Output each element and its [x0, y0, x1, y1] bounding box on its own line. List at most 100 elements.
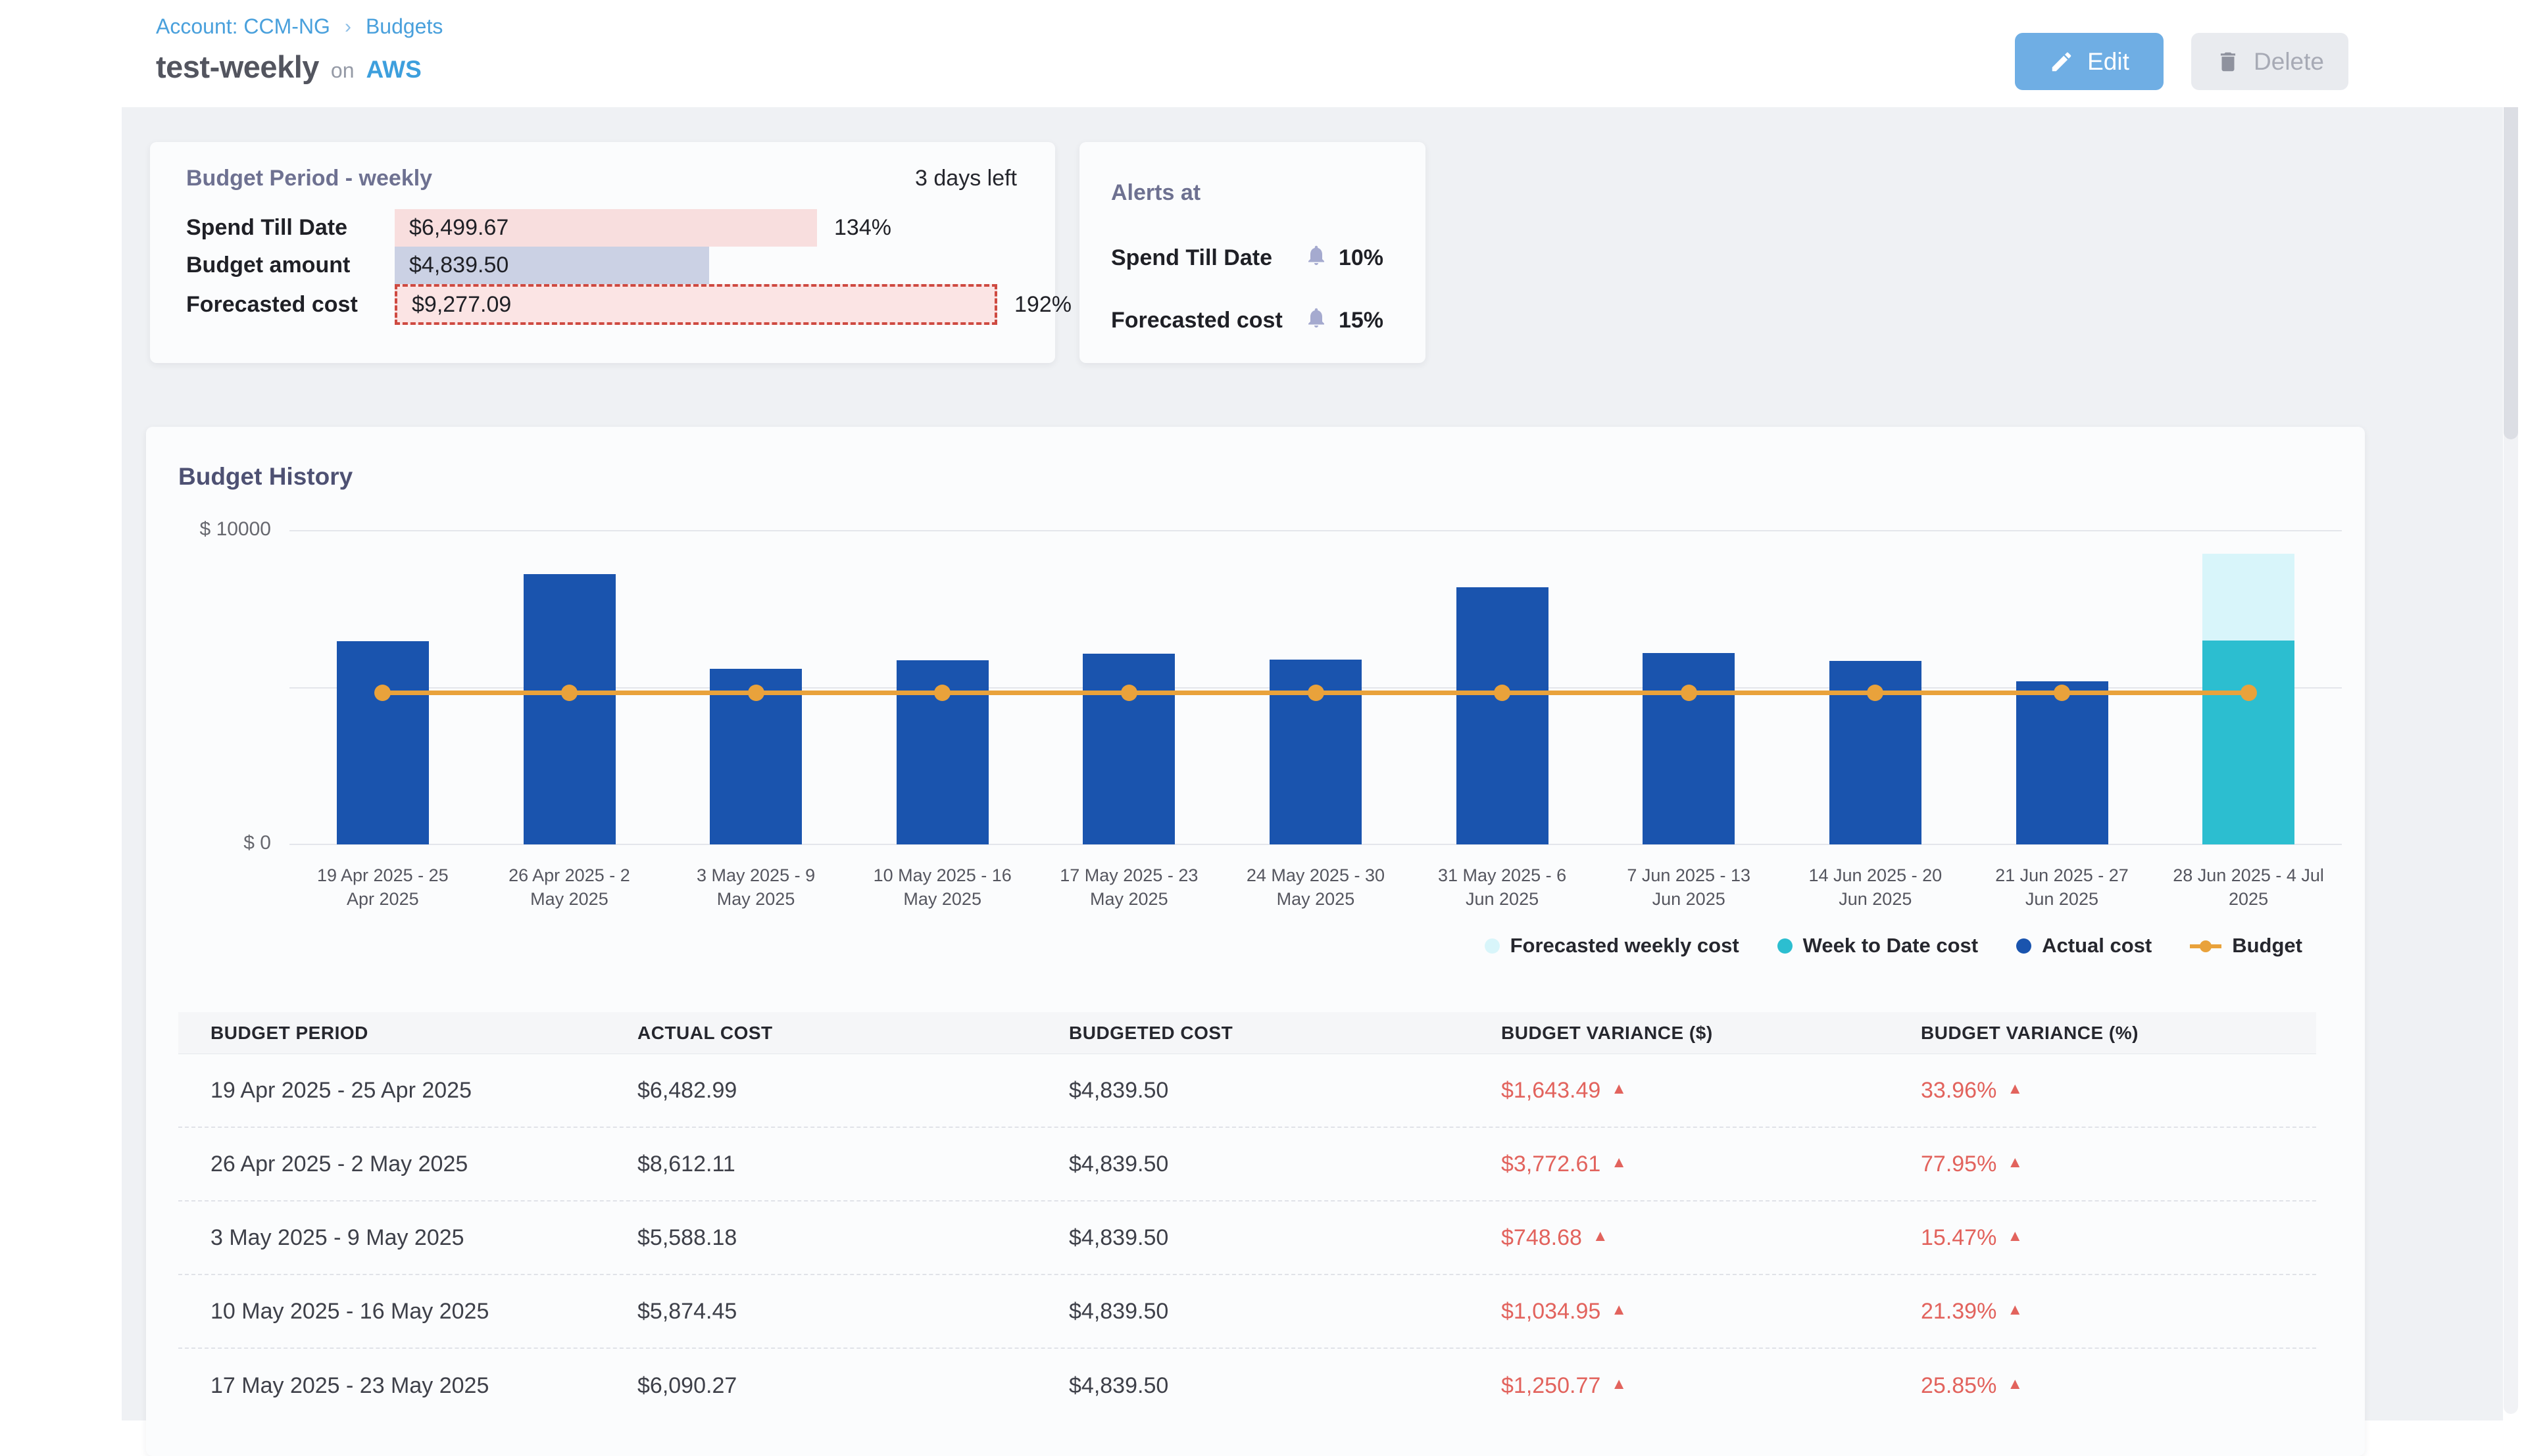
table-row: 3 May 2025 - 9 May 2025$5,588.18$4,839.5… — [178, 1201, 2316, 1275]
edit-button[interactable]: Edit — [2015, 33, 2164, 90]
actual-cost-bar[interactable] — [524, 574, 616, 844]
x-axis-label: 10 May 2025 - 16 May 2025 — [849, 863, 1036, 911]
budget-point[interactable] — [1867, 685, 1883, 701]
actual-cost-bar[interactable] — [2016, 681, 2108, 844]
actual-cost-bar[interactable] — [1456, 587, 1548, 844]
table-cell: 17 May 2025 - 23 May 2025 — [178, 1349, 605, 1422]
alerts-card: Alerts at Spend Till Date 10% Forecasted… — [1079, 142, 1425, 363]
table-row: 10 May 2025 - 16 May 2025$5,874.45$4,839… — [178, 1275, 2316, 1349]
table-cell: $6,090.27 — [605, 1349, 1037, 1422]
legend-label: Forecasted weekly cost — [1510, 934, 1739, 958]
week-to-date-cost-bar[interactable] — [2202, 641, 2294, 844]
legend-circle-icon — [2016, 938, 2031, 954]
increase-triangle-icon: ▲ — [2007, 1301, 2023, 1319]
budget-point[interactable] — [934, 685, 951, 701]
breadcrumb-budgets-link[interactable]: Budgets — [366, 14, 443, 39]
alert-forecast-label: Forecasted cost — [1111, 301, 1283, 340]
page-title: test-weekly — [156, 49, 319, 85]
x-axis-label: 24 May 2025 - 30 May 2025 — [1222, 863, 1409, 911]
forecasted-weekly-cost-bar[interactable] — [2202, 554, 2294, 641]
table-cell: $4,839.50 — [1037, 1275, 1469, 1347]
table-cell: $4,839.50 — [1037, 1128, 1469, 1200]
legend-item[interactable]: Actual cost — [2016, 934, 2152, 958]
delete-button[interactable]: Delete — [2191, 33, 2348, 90]
budget-history-card: Budget History $ 10000 $ 0 19 Apr 2025 -… — [146, 427, 2365, 1456]
actual-cost-bar[interactable] — [1083, 654, 1175, 845]
x-axis-label: 21 Jun 2025 - 27 Jun 2025 — [1969, 863, 2156, 911]
breadcrumb: Account: CCM-NG › Budgets — [156, 14, 443, 39]
alert-spend-percent: 10% — [1339, 245, 1383, 271]
table-cell: $5,588.18 — [605, 1201, 1037, 1274]
page-scrollbar-thumb[interactable] — [2504, 51, 2518, 439]
table-cell: $8,612.11 — [605, 1128, 1037, 1200]
forecasted-cost-bar: $9,277.09 — [395, 284, 997, 325]
delete-button-label: Delete — [2254, 48, 2324, 76]
chevron-right-icon: › — [345, 16, 351, 38]
alert-spend-label: Spend Till Date — [1111, 238, 1272, 278]
pencil-icon — [2049, 49, 2074, 74]
y-axis-min-label: $ 0 — [164, 832, 271, 854]
budget-point[interactable] — [1681, 685, 1697, 701]
budget-amount-bar: $4,839.50 — [395, 247, 709, 284]
spend-till-date-row: Spend Till Date $6,499.67 134% — [150, 209, 1055, 247]
table-cell: 10 May 2025 - 16 May 2025 — [178, 1275, 605, 1347]
budget-point[interactable] — [1494, 685, 1510, 701]
budget-amount-row: Budget amount $4,839.50 — [150, 247, 1055, 284]
forecasted-cost-label: Forecasted cost — [186, 284, 358, 325]
legend-line-dot-icon — [2190, 938, 2221, 954]
table-cell: $4,839.50 — [1037, 1349, 1469, 1422]
forecasted-cost-value: $9,277.09 — [412, 292, 511, 318]
increase-triangle-icon: ▲ — [1611, 1153, 1627, 1172]
budget-period-title: Budget Period - weekly — [186, 166, 432, 191]
budget-point[interactable] — [2054, 685, 2070, 701]
trash-icon — [2216, 49, 2241, 74]
increase-triangle-icon: ▲ — [1611, 1301, 1627, 1319]
budget-history-chart — [289, 531, 2342, 844]
alert-row-spend: Spend Till Date 10% — [1079, 238, 1425, 278]
table-cell: 25.85%▲ — [1889, 1349, 2316, 1422]
cloud-provider-label: AWS — [366, 56, 422, 84]
x-axis-label: 14 Jun 2025 - 20 Jun 2025 — [1782, 863, 1969, 911]
actual-cost-bar[interactable] — [1643, 653, 1735, 844]
table-row: 26 Apr 2025 - 2 May 2025$8,612.11$4,839.… — [178, 1128, 2316, 1201]
table-cell: 19 Apr 2025 - 25 Apr 2025 — [178, 1054, 605, 1127]
budget-point[interactable] — [748, 685, 764, 701]
alerts-title: Alerts at — [1111, 180, 1201, 206]
x-axis-label: 28 Jun 2025 - 4 Jul 2025 — [2155, 863, 2342, 911]
legend-circle-icon — [1485, 938, 1500, 954]
x-axis-labels: 19 Apr 2025 - 25 Apr 202526 Apr 2025 - 2… — [289, 863, 2342, 911]
budget-amount-label: Budget amount — [186, 247, 350, 284]
budget-point[interactable] — [374, 685, 391, 701]
x-axis-label: 7 Jun 2025 - 13 Jun 2025 — [1595, 863, 1782, 911]
budget-point[interactable] — [561, 685, 578, 701]
gridline — [289, 530, 2342, 531]
x-axis-label: 3 May 2025 - 9 May 2025 — [662, 863, 849, 911]
budget-point[interactable] — [1308, 685, 1324, 701]
increase-triangle-icon: ▲ — [2007, 1375, 2023, 1394]
budget-point[interactable] — [2241, 685, 2257, 701]
table-cell: $6,482.99 — [605, 1054, 1037, 1127]
budget-point[interactable] — [1121, 685, 1137, 701]
edit-button-label: Edit — [2087, 48, 2129, 76]
budget-amount-value: $4,839.50 — [409, 253, 508, 278]
days-left-label: 3 days left — [915, 166, 1017, 191]
table-row: 17 May 2025 - 23 May 2025$6,090.27$4,839… — [178, 1349, 2316, 1422]
breadcrumb-account-link[interactable]: Account: CCM-NG — [156, 14, 330, 39]
legend-label: Actual cost — [2042, 934, 2152, 958]
table-cell: 15.47%▲ — [1889, 1201, 2316, 1274]
legend-label: Budget — [2232, 934, 2302, 958]
actual-cost-bar[interactable] — [337, 641, 429, 844]
table-cell: 77.95%▲ — [1889, 1128, 2316, 1200]
legend-item[interactable]: Budget — [2190, 934, 2302, 958]
budget-period-card: Budget Period - weekly 3 days left Spend… — [150, 142, 1055, 363]
budget-history-title: Budget History — [178, 463, 353, 491]
legend-item[interactable]: Week to Date cost — [1777, 934, 1978, 958]
title-row: test-weekly on AWS — [156, 49, 422, 85]
spend-till-date-percent: 134% — [834, 209, 891, 247]
legend-item[interactable]: Forecasted weekly cost — [1485, 934, 1739, 958]
table-cell: 26 Apr 2025 - 2 May 2025 — [178, 1128, 605, 1200]
spend-till-date-value: $6,499.67 — [409, 215, 508, 241]
table-header-cell: BUDGET VARIANCE (%) — [1889, 1012, 2316, 1054]
forecasted-cost-row: Forecasted cost $9,277.09 192% — [150, 284, 1055, 325]
on-label: on — [331, 59, 355, 83]
